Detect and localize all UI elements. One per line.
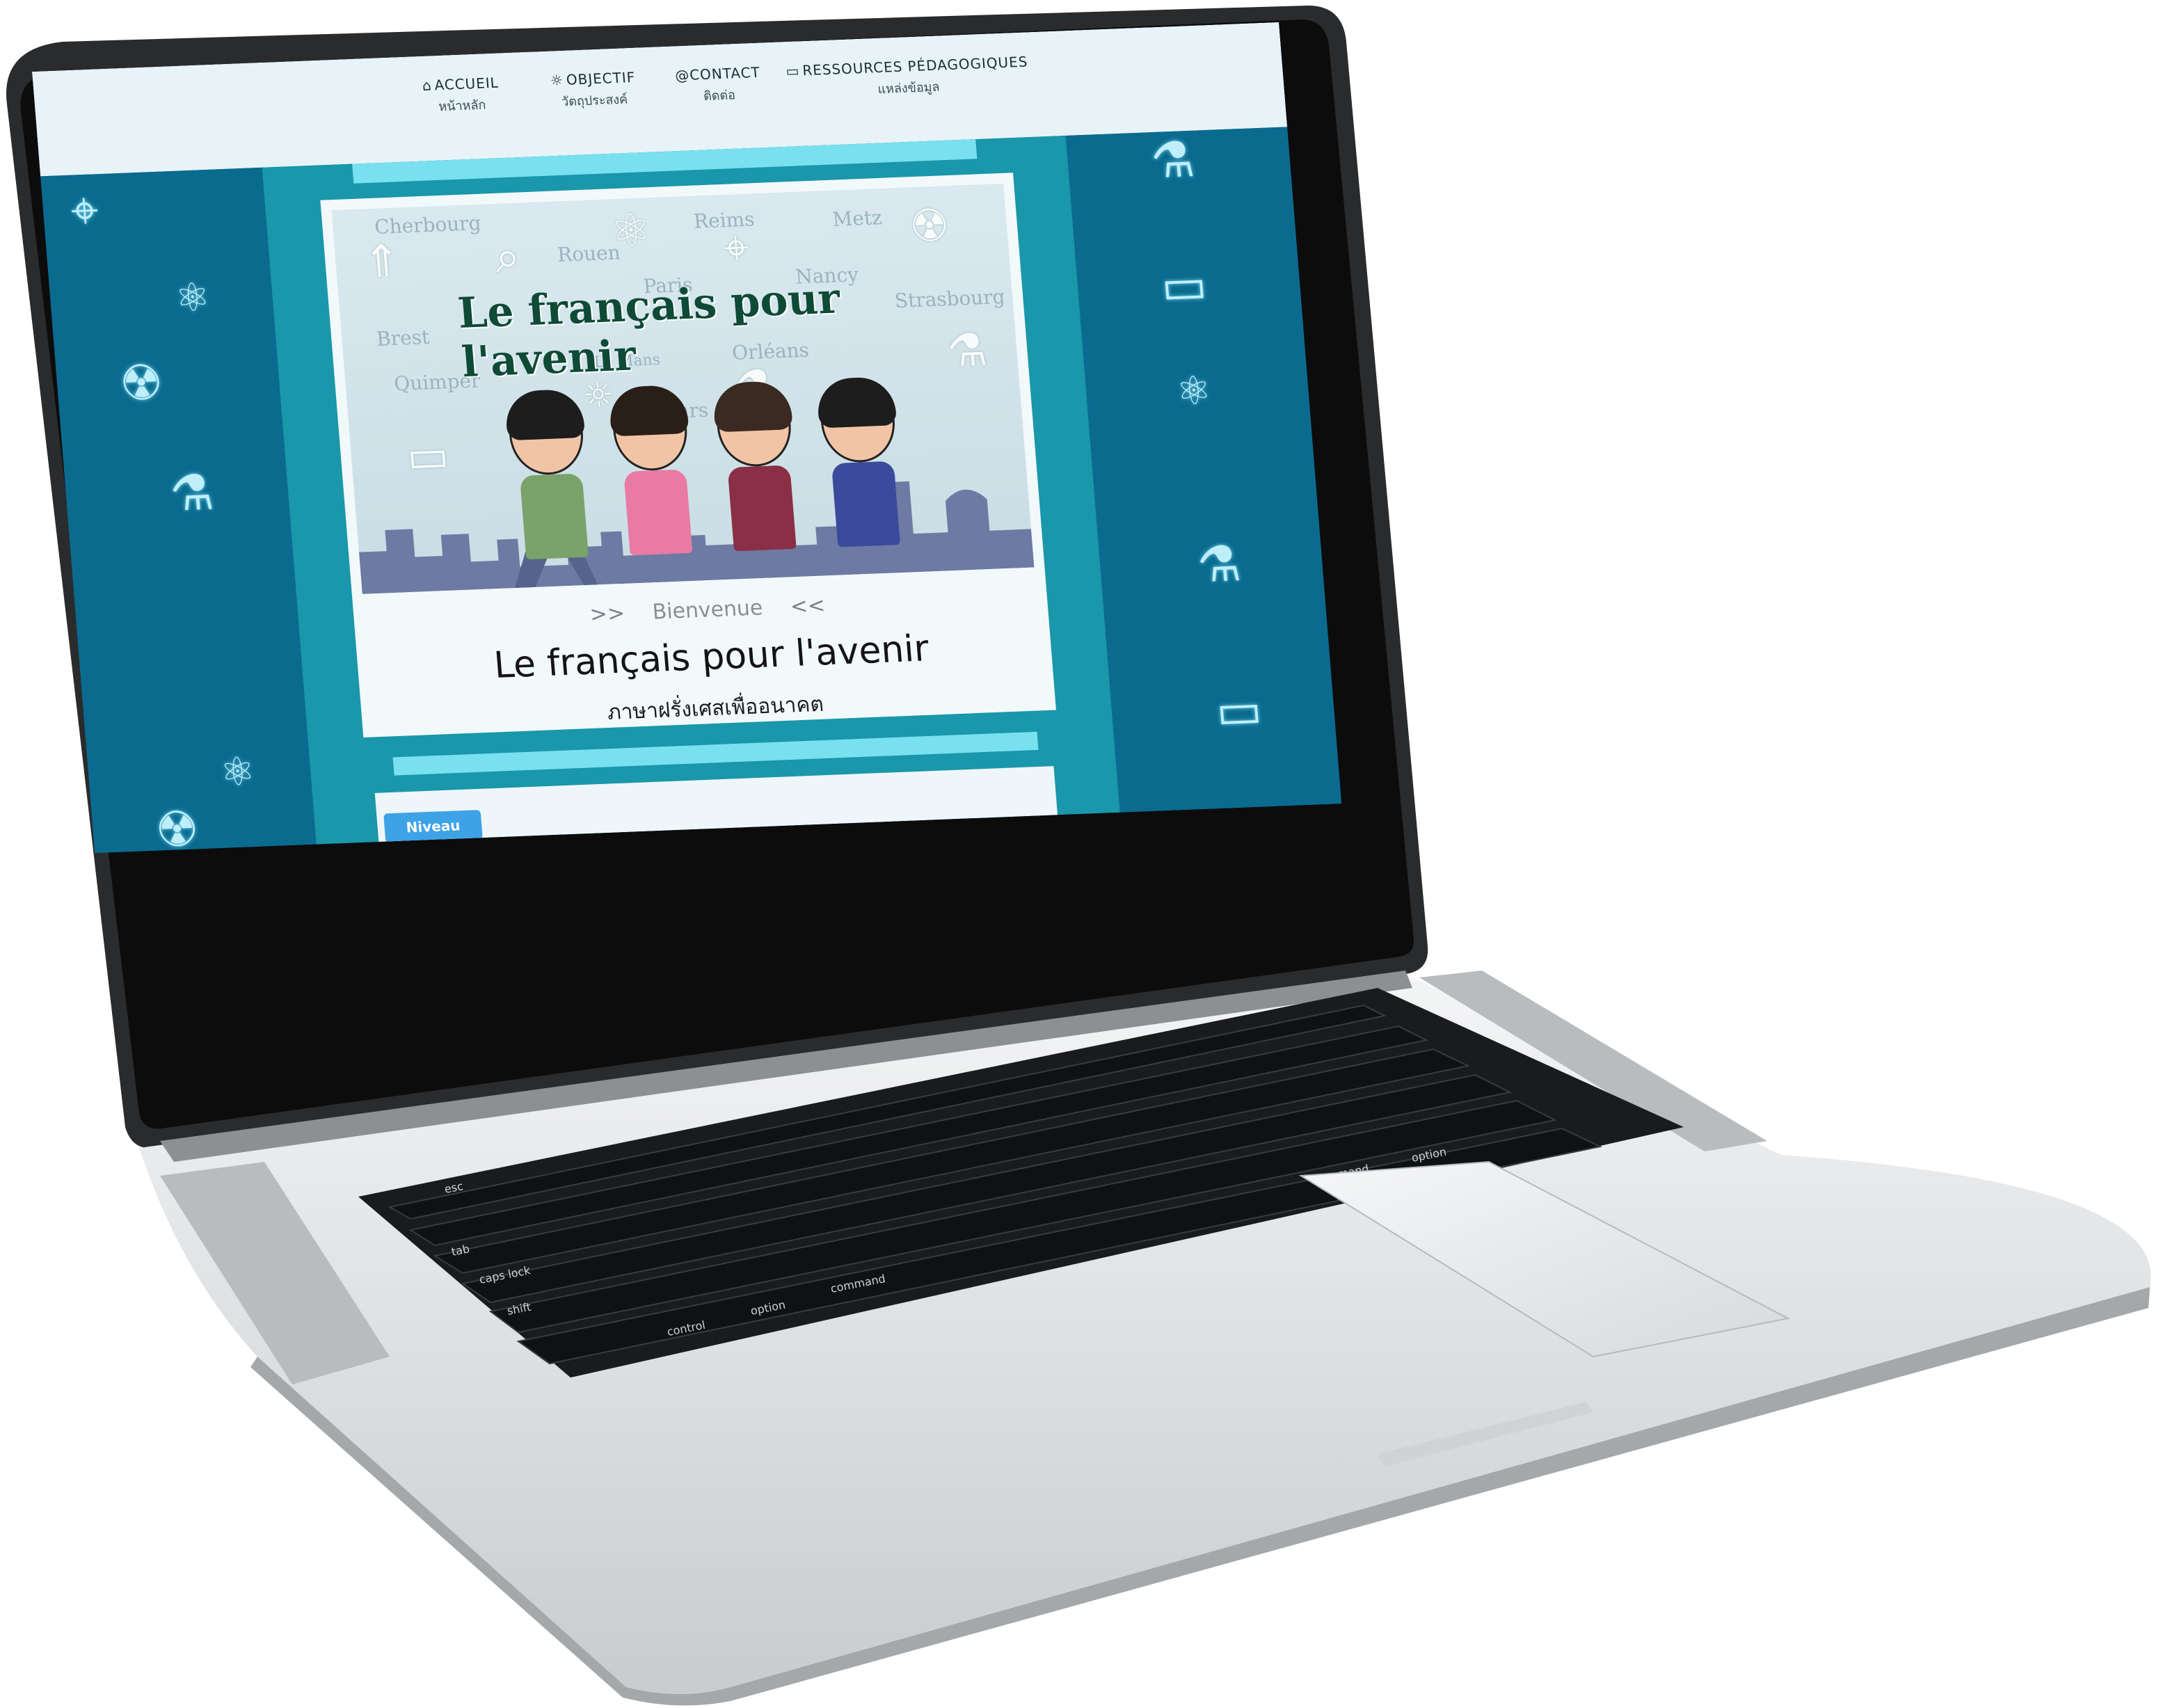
atom-icon: ⚛ <box>218 749 257 796</box>
chevron-right-icon: >> <box>589 601 626 628</box>
atom-icon: ⚛ <box>1174 367 1213 415</box>
laptop-icon: ▭ <box>785 62 801 80</box>
map-city-label: Metz <box>831 206 883 231</box>
test-tube-icon: ⚗ <box>168 463 216 522</box>
screen: ⌂ ACCUEIL หน้าหลัก ☼ OBJECTIF วัตถุประสงค์… <box>32 22 1342 854</box>
nav-item-contact[interactable]: @CONTACT ติดต่อ <box>674 64 763 107</box>
map-city-label: Rouen <box>556 241 621 266</box>
home-icon: ⌂ <box>421 77 433 95</box>
lightbulb-icon: ☼ <box>550 71 564 89</box>
nav-label: ACCUEIL <box>433 74 500 94</box>
cartoon-character <box>815 376 908 548</box>
nav-sublabel: หน้าหลัก <box>438 97 487 115</box>
atom-icon: ⚛ <box>173 274 212 321</box>
map-city-label: Brest <box>375 325 431 351</box>
chevron-left-icon: << <box>789 593 827 619</box>
level-badge-button[interactable]: Niveau A1/A2 <box>383 810 483 853</box>
microscope-icon: ⌕ <box>493 230 523 284</box>
nav-label: @CONTACT <box>674 63 761 84</box>
hero-banner: Cherbourg Reims Metz Rouen Paris Nancy B… <box>331 183 1035 594</box>
laptop-icon: ▭ <box>1158 256 1209 315</box>
map-city-label: Cherbourg <box>374 211 482 239</box>
bienvenue-text: Bienvenue <box>651 596 764 625</box>
banner-title: Le français pour l'avenir <box>456 274 842 388</box>
cartoon-character <box>607 384 700 556</box>
nav-item-objectif[interactable]: ☼ OBJECTIF วัตถุประสงค์ <box>550 69 638 112</box>
laptop-mockup: esc tab caps lock shift control option c… <box>6 6 2151 1706</box>
welcome-block: >> Bienvenue << Le français pour l'avenir … <box>367 584 1056 738</box>
nav-label: OBJECTIF <box>565 68 637 88</box>
flask-icon: ⚗ <box>1149 130 1197 190</box>
radiation-icon: ☢ <box>117 353 166 413</box>
nav-sublabel: วัตถุประสงค์ <box>561 92 628 110</box>
radiation-icon: ☢ <box>153 800 202 854</box>
laptop-icon: ▭ <box>1213 680 1264 740</box>
telescope-icon: ⌖ <box>721 221 751 275</box>
nav-item-ressources[interactable]: ▭ RESSOURCES PÉDAGOGIQUES แหล่งข้อมูล <box>786 53 1030 102</box>
rocket-icon: ⇑ <box>361 235 403 289</box>
atom-icon: ⚛ <box>609 205 653 258</box>
laptop-icon: ▭ <box>404 429 452 484</box>
nav-item-accueil[interactable]: ⌂ ACCUEIL หน้าหลัก <box>422 74 501 118</box>
flask-icon: ⚗ <box>1195 534 1243 594</box>
page-title: Le français pour l'avenir <box>492 628 931 687</box>
cartoon-character <box>504 388 596 560</box>
website: ⌂ ACCUEIL หน้าหลัก ☼ OBJECTIF วัตถุประสงค์… <box>32 22 1342 854</box>
cartoon-character <box>711 380 804 552</box>
nav-sublabel: ติดต่อ <box>703 88 736 104</box>
radiation-icon: ☢ <box>907 200 952 253</box>
telescope-icon: ⌖ <box>68 181 101 240</box>
